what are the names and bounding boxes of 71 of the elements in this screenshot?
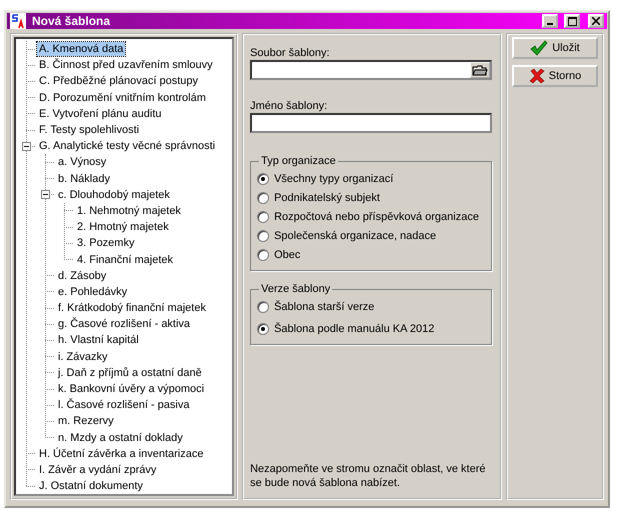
option-label: Všechny typy organizací: [274, 172, 394, 184]
radio-option[interactable]: Podnikatelský subjekt: [257, 188, 485, 207]
collapse-icon[interactable]: [41, 190, 50, 200]
tree-item[interactable]: 4. Finanční majetek: [75, 252, 175, 267]
collapse-icon[interactable]: [22, 142, 31, 151]
radio-option[interactable]: Šablona podle manuálu KA 2012: [257, 319, 485, 338]
checkmark-icon: [530, 40, 548, 56]
maximize-icon: [568, 16, 576, 26]
radio-button[interactable]: [257, 322, 270, 334]
radio-button[interactable]: [257, 172, 270, 184]
radio-button[interactable]: [257, 192, 270, 204]
tree-item[interactable]: h. Vlastní kapitál: [56, 333, 141, 348]
tree-item[interactable]: D. Porozumění vnitřním kontrolám: [37, 90, 208, 105]
tree-item[interactable]: F. Testy spolehlivosti: [37, 123, 142, 138]
tree-item[interactable]: b. Náklady: [56, 172, 112, 186]
tree-item[interactable]: E. Vytvoření plánu auditu: [37, 106, 164, 121]
tree-item[interactable]: 3. Pozemky: [75, 236, 136, 250]
tree-item[interactable]: m. Rezervy: [56, 414, 116, 428]
maximize-button[interactable]: [564, 14, 580, 28]
option-label: Šablona starší verze: [274, 300, 374, 312]
tree-item[interactable]: d. Zásoby: [56, 268, 108, 283]
browse-button[interactable]: [470, 62, 490, 78]
app-icon: [10, 13, 26, 29]
tree-item[interactable]: k. Bankovní úvěry a výpomoci: [56, 382, 206, 396]
option-label: Rozpočtová nebo příspěvková organizace: [274, 210, 479, 222]
radio-option[interactable]: Rozpočtová nebo příspěvková organizace: [257, 207, 485, 226]
tree-item[interactable]: G. Analytické testy věcné správnosti: [37, 139, 218, 154]
tree-item[interactable]: i. Závazky: [56, 350, 110, 364]
tree-item[interactable]: C. Předběžné plánovací postupy: [37, 74, 200, 88]
save-button[interactable]: Uložit: [512, 37, 598, 59]
radio-option[interactable]: Všechny typy organizací: [257, 169, 485, 188]
tree-item[interactable]: n. Mzdy a ostatní doklady: [56, 430, 185, 445]
radio-option[interactable]: Společenská organizace, nadace: [257, 226, 485, 245]
group-title: Typ organizace: [260, 155, 337, 167]
option-label: Obec: [274, 248, 300, 260]
close-icon: [592, 17, 600, 25]
tree-item[interactable]: 2. Hmotný majetek: [75, 220, 171, 234]
tree-item[interactable]: a. Výnosy: [56, 155, 108, 170]
tree-item[interactable]: g. Časové rozlišení - aktiva: [56, 317, 192, 332]
radio-button[interactable]: [257, 248, 270, 260]
minimize-button[interactable]: [542, 14, 558, 28]
cancel-button[interactable]: Storno: [512, 65, 598, 87]
tree-item[interactable]: c. Dlouhodobý majetek: [56, 188, 172, 202]
radio-button[interactable]: [257, 210, 270, 222]
tree-item[interactable]: I. Závěr a vydání zprávy: [37, 462, 158, 477]
cross-icon: [528, 68, 545, 84]
field-label: Jméno šablony:: [250, 100, 328, 112]
hint-text: Nezapomeňte ve stromu označit oblast, ve které se bude nová šablona nabízet.: [250, 462, 486, 490]
radio-option[interactable]: Obec: [257, 245, 485, 264]
tree-item[interactable]: f. Krátkodobý finanční majetek: [56, 301, 208, 316]
window-title: Nová šablona: [32, 14, 112, 28]
tree-item[interactable]: B. Činnost před uzavřením smlouvy: [37, 58, 215, 72]
option-label: Šablona podle manuálu KA 2012: [274, 322, 434, 334]
folder-icon: [472, 64, 488, 76]
tree-item[interactable]: e. Pohledávky: [56, 284, 130, 299]
file-field[interactable]: [250, 60, 492, 80]
tree-item[interactable]: H. Účetní závěrka a inventarizace: [37, 446, 206, 461]
tree-item[interactable]: 1. Nehmotný majetek: [75, 204, 183, 218]
tree-item[interactable]: l. Časové rozlišení - pasiva: [56, 398, 192, 412]
option-label: Podnikatelský subjekt: [274, 192, 380, 204]
field-label: Soubor šablony:: [250, 47, 331, 59]
radio-button[interactable]: [257, 300, 270, 312]
close-button[interactable]: [588, 14, 604, 28]
option-label: Společenská organizace, nadace: [274, 230, 436, 242]
tree-item[interactable]: J. Ostatní dokumenty: [37, 479, 145, 494]
tree-item[interactable]: j. Daň z příjmů a ostatní daně: [56, 366, 204, 380]
name-field[interactable]: [250, 113, 492, 133]
tree-item[interactable]: A. Kmenová data: [37, 42, 126, 56]
group-title: Verze šablony: [260, 283, 332, 295]
radio-button[interactable]: [257, 230, 270, 242]
radio-option[interactable]: Šablona starší verze: [257, 297, 485, 316]
